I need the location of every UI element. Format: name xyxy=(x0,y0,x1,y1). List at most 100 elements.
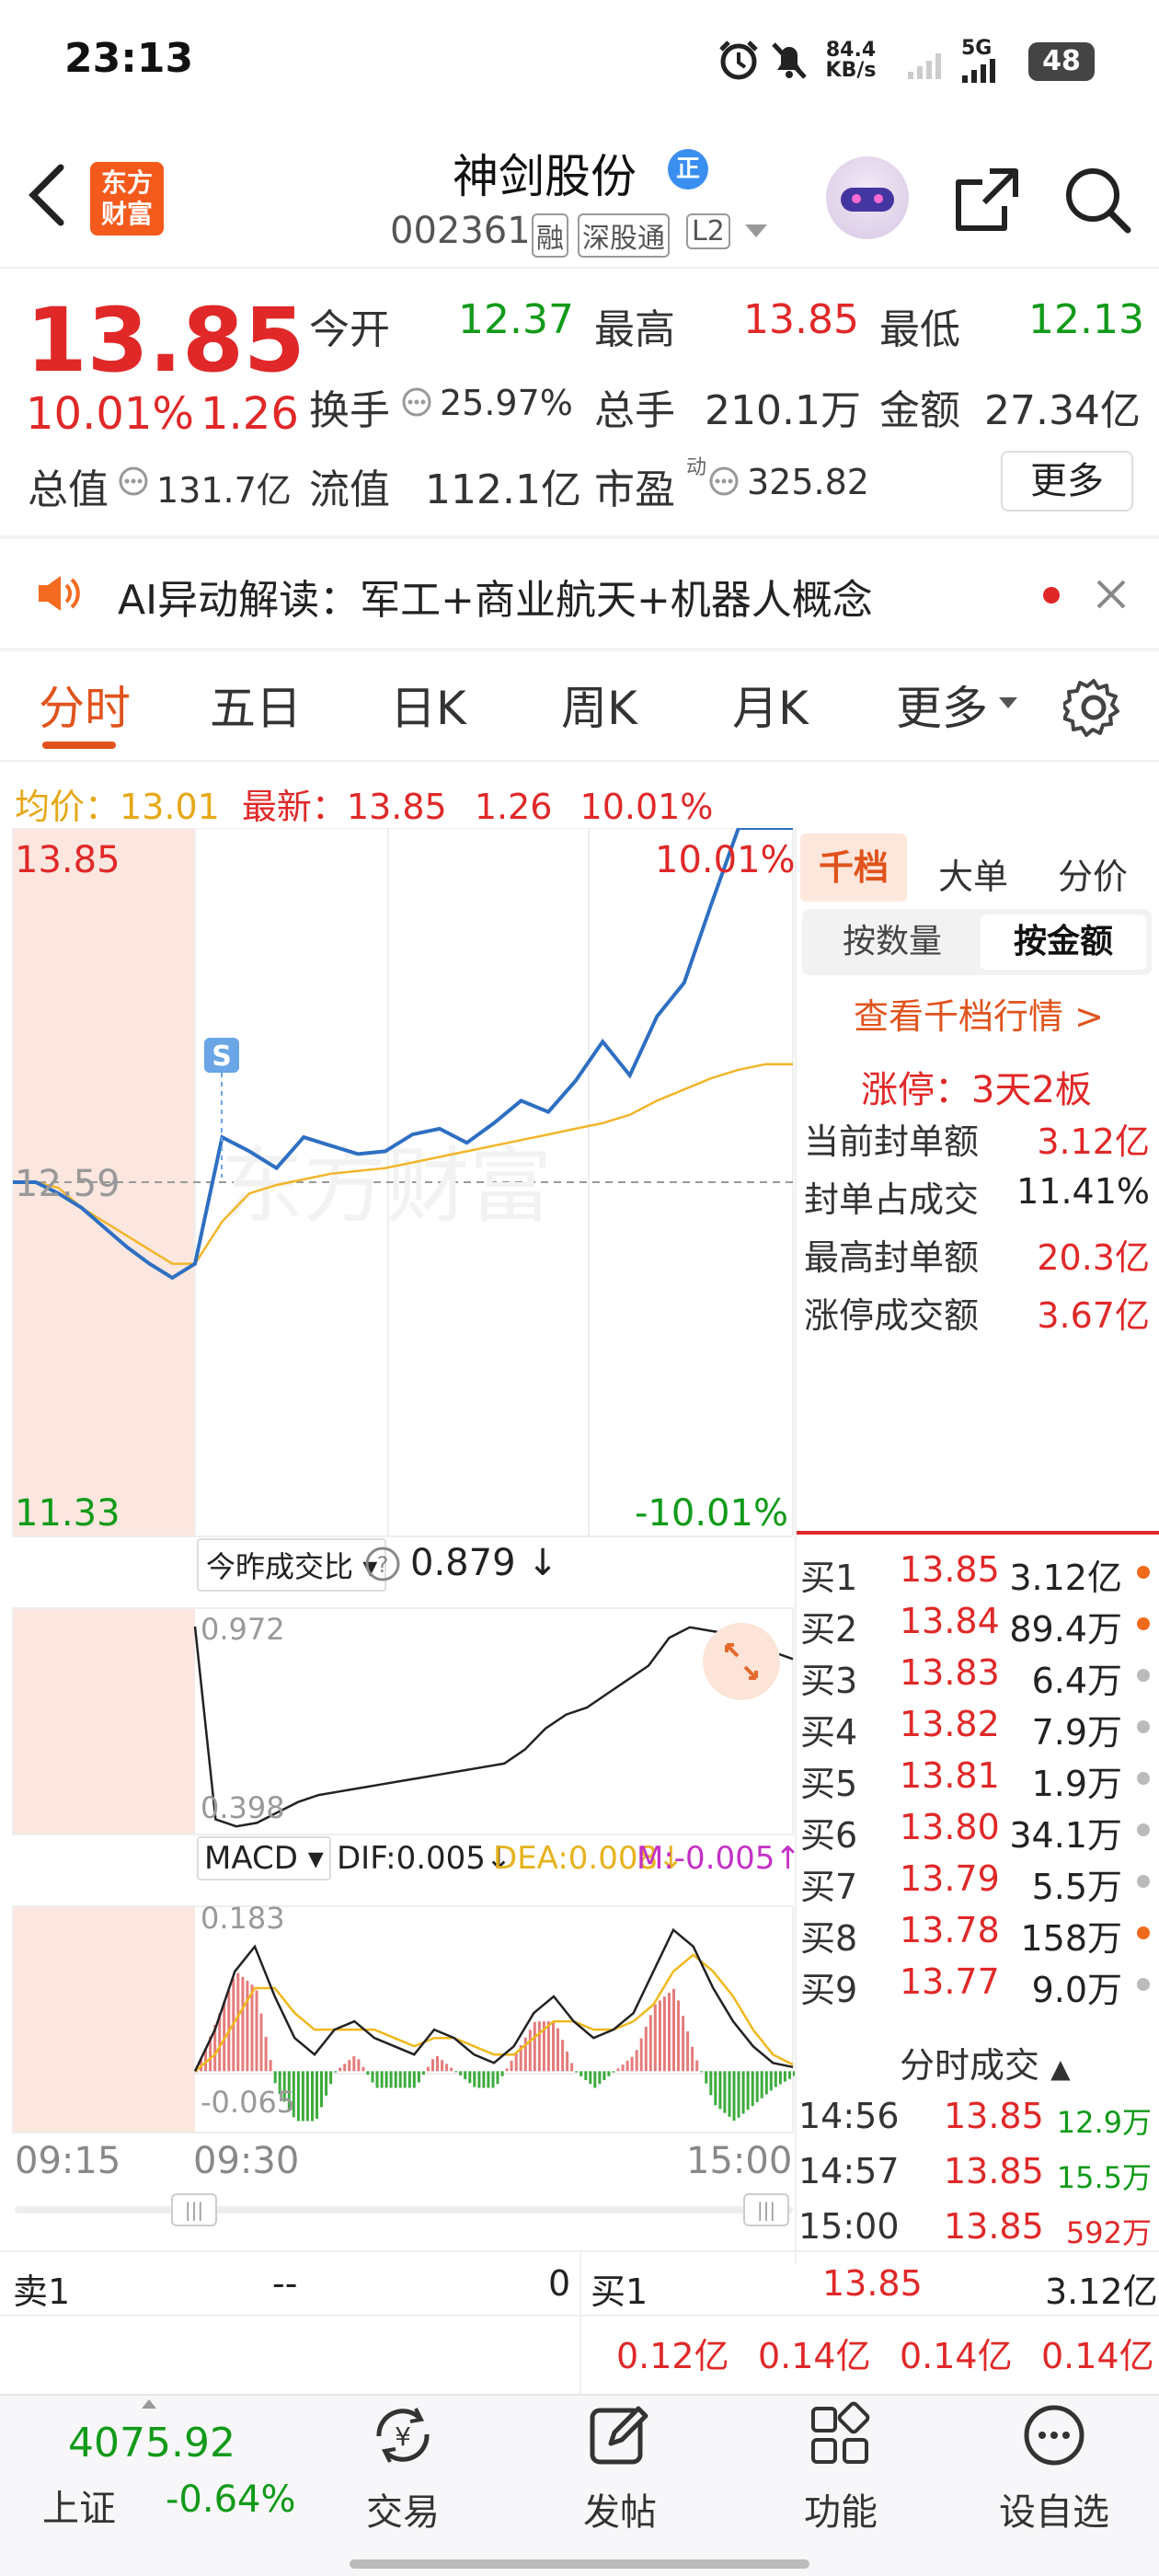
tab-weekly[interactable]: 周K xyxy=(561,672,637,738)
macd-bar xyxy=(334,2071,338,2073)
float-value: 112.1亿 xyxy=(425,466,581,513)
order-dot xyxy=(1137,1823,1150,1836)
macd-bar xyxy=(296,2071,300,2122)
ai-banner[interactable]: AI异动解读：军工+商业航天+机器人概念 xyxy=(0,539,1159,648)
tab-more[interactable]: 更多 xyxy=(896,672,988,738)
order-book-row: 买1 13.85 3.12亿 xyxy=(797,1549,1159,1601)
app-logo[interactable]: 东方 财富 xyxy=(90,162,164,236)
order-book-row: 买3 13.83 6.4万 xyxy=(797,1652,1159,1704)
speaker-icon xyxy=(39,576,80,611)
macd-bar xyxy=(751,2071,754,2107)
trades-title[interactable]: 分时成交 ▲ xyxy=(900,2037,1071,2087)
macd-bar xyxy=(412,2071,416,2088)
time-scrollbar[interactable] xyxy=(15,2206,793,2214)
tab-thousand-level[interactable]: 千档 xyxy=(800,834,907,902)
index-value[interactable]: 4075.92 xyxy=(68,2420,235,2467)
info-dots-icon[interactable] xyxy=(401,386,432,418)
by-amount-button[interactable]: 按金额 xyxy=(981,914,1146,970)
macd-bar xyxy=(672,1988,675,2072)
tab-price-dist[interactable]: 分价 xyxy=(1058,848,1128,899)
nav-post[interactable]: 发帖 xyxy=(528,2401,712,2536)
index-name[interactable]: 上证 xyxy=(42,2478,116,2532)
index-change[interactable]: -0.64% xyxy=(166,2478,296,2521)
back-icon[interactable] xyxy=(24,162,70,228)
home-indicator xyxy=(350,2559,809,2569)
more-button[interactable]: 更多 xyxy=(1001,451,1133,512)
search-icon[interactable] xyxy=(1063,166,1131,234)
macd-bar xyxy=(612,2071,615,2073)
expand-button[interactable] xyxy=(703,1623,780,1700)
info-dots-icon[interactable] xyxy=(118,466,149,497)
queue-item: 0.12亿 xyxy=(616,2336,729,2376)
macd-bar xyxy=(625,2060,629,2072)
float-label: 流值 xyxy=(309,466,390,513)
order-dot xyxy=(1137,1875,1150,1888)
low-value: 12.13 xyxy=(1028,296,1144,343)
macd-bar xyxy=(431,2059,434,2072)
macd-bar xyxy=(269,2060,272,2072)
view-depth-link[interactable]: 查看千档行情 > xyxy=(854,988,1104,1039)
tab-intraday[interactable]: 分时 xyxy=(39,672,131,738)
order-level: 买8 xyxy=(800,1918,858,1959)
by-quantity-button[interactable]: 按数量 xyxy=(809,914,975,970)
tab-5day[interactable]: 五日 xyxy=(210,672,302,738)
ai-banner-text: AI异动解读：军工+商业航天+机器人概念 xyxy=(118,577,873,624)
macd-bar xyxy=(380,2071,384,2088)
ratio-select[interactable]: 今昨成交比 ▾ xyxy=(197,1538,387,1592)
macd-bar xyxy=(764,2071,768,2095)
low-label: 最低 xyxy=(879,306,960,353)
order-volume: 1.9万 xyxy=(1031,1764,1122,1804)
ai-assistant-icon[interactable] xyxy=(826,156,909,239)
chevron-down-icon xyxy=(999,697,1017,708)
net-speed: 84.4 KB/s xyxy=(825,39,877,82)
macd-bar xyxy=(496,2071,499,2085)
tab-monthly[interactable]: 月K xyxy=(732,672,809,738)
gear-icon[interactable] xyxy=(1063,677,1124,738)
macd-bar xyxy=(487,2071,490,2088)
slider-right-handle[interactable]: ||| xyxy=(743,2193,789,2226)
svg-text:S: S xyxy=(212,1041,232,1073)
order-book-row: 买4 13.82 7.9万 xyxy=(797,1704,1159,1755)
macd-bar xyxy=(691,2046,694,2072)
order-price: 13.77 xyxy=(900,1961,1000,2002)
nav-functions[interactable]: 功能 xyxy=(749,2401,933,2536)
help-icon[interactable]: ? xyxy=(364,1546,401,1582)
macd-bar xyxy=(537,2021,541,2072)
macd-bar xyxy=(339,2067,342,2072)
macd-bar xyxy=(728,2071,731,2117)
macd-bar xyxy=(686,2031,690,2072)
macd-bar xyxy=(505,2068,509,2072)
nav-add-watchlist[interactable]: 设自选 xyxy=(962,2401,1146,2536)
order-level: 买4 xyxy=(800,1712,858,1753)
macd-bar xyxy=(352,2055,356,2072)
macd-bar xyxy=(575,2071,579,2073)
tab-large-orders[interactable]: 大单 xyxy=(938,848,1008,899)
buy1-volume: 3.12亿 xyxy=(1045,2271,1158,2312)
info-dots-icon[interactable] xyxy=(708,466,740,497)
macd-bar xyxy=(375,2071,379,2088)
macd-bar xyxy=(648,2015,652,2072)
nav-trade[interactable]: ¥ 交易 xyxy=(311,2401,495,2536)
macd-bar xyxy=(311,2071,314,2122)
y-label-mid: 12.59 xyxy=(15,1163,120,1205)
macd-bar xyxy=(329,2071,333,2085)
seal-stat-value: 20.3亿 xyxy=(1037,1237,1150,1278)
macd-bar xyxy=(426,2066,430,2072)
turnover-label: 换手 xyxy=(309,387,390,434)
macd-bar xyxy=(459,2071,463,2076)
share-icon[interactable] xyxy=(953,166,1021,234)
seal-stat-value: 11.41% xyxy=(1016,1171,1150,1212)
y-label-bottom: 11.33 xyxy=(15,1492,120,1535)
intraday-chart[interactable]: 东方财富 S xyxy=(0,828,797,2134)
macd-bar xyxy=(705,2071,708,2084)
close-icon[interactable] xyxy=(1095,578,1128,611)
open-label: 今开 xyxy=(309,306,390,353)
macd-select[interactable]: MACD ▾ xyxy=(197,1836,331,1880)
buy1-label: 买1 xyxy=(591,2271,648,2312)
tab-daily[interactable]: 日K xyxy=(390,672,466,738)
slider-left-handle[interactable]: ||| xyxy=(171,2193,217,2226)
order-level: 买9 xyxy=(800,1970,858,2010)
macd-bar xyxy=(348,2060,351,2072)
dropdown-icon[interactable] xyxy=(743,223,769,241)
macd-bar xyxy=(700,2071,704,2073)
